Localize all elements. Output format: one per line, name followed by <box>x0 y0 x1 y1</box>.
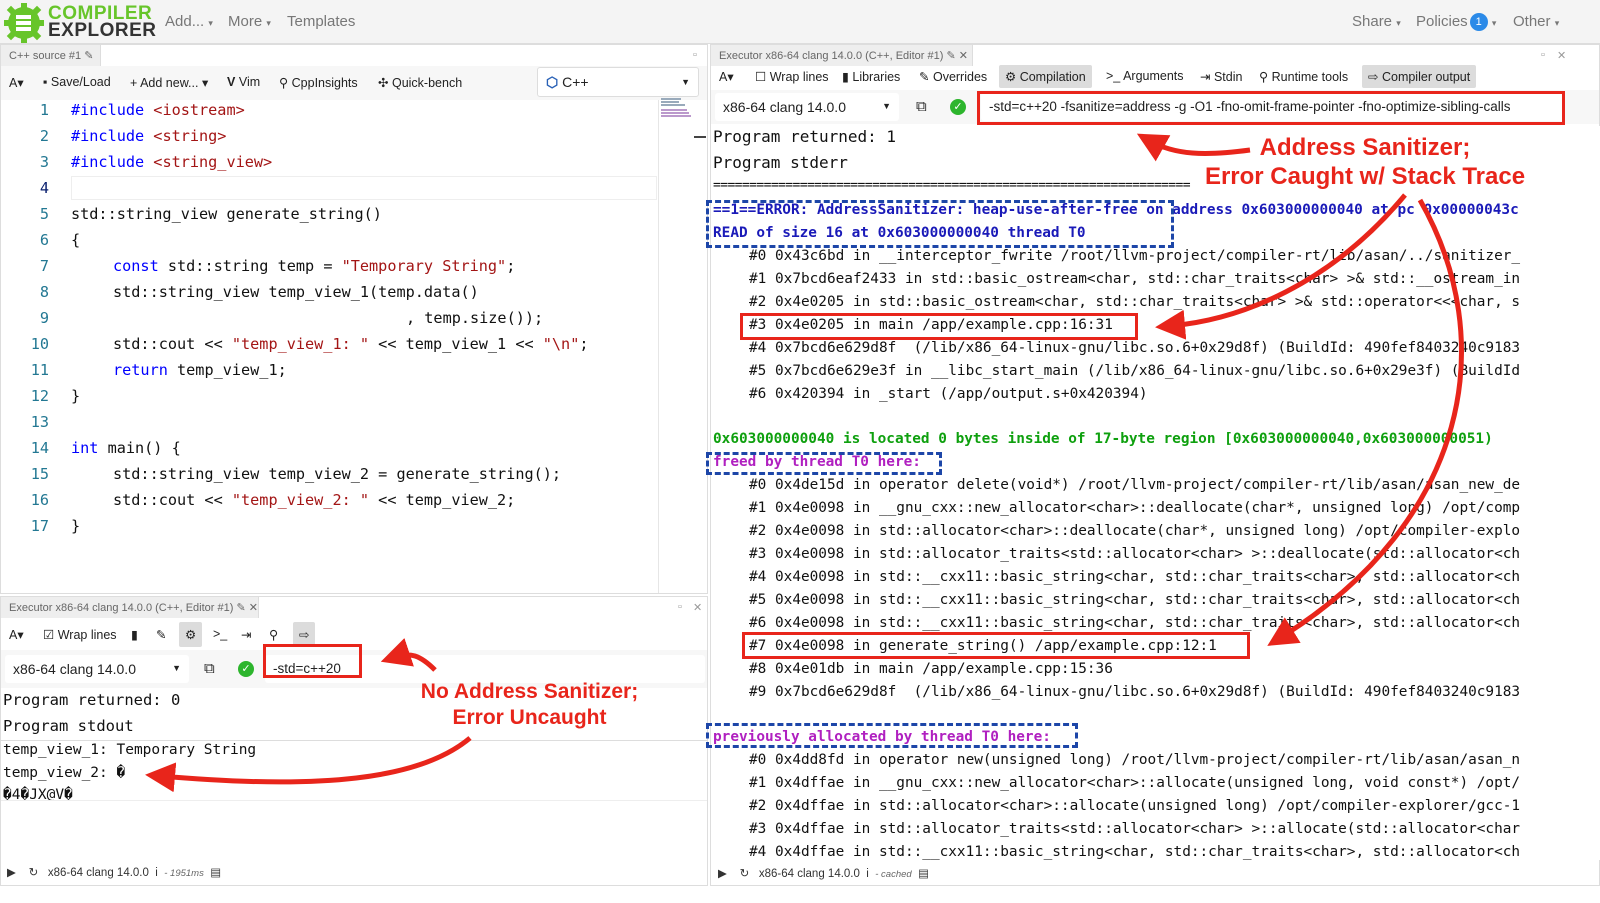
arrow-to-flags <box>1136 133 1251 162</box>
arrow-to-main-frame <box>1155 193 1407 340</box>
arrow-to-garbage-output <box>145 736 472 793</box>
annotation-arrows <box>145 133 1464 793</box>
arrow-to-generate-string-frame <box>1267 198 1464 646</box>
arrow-to-left-flags <box>380 638 437 672</box>
